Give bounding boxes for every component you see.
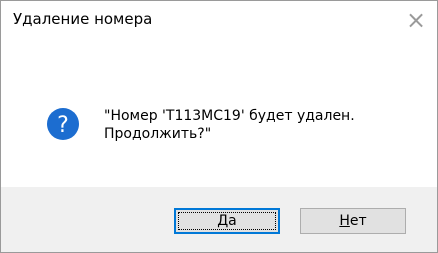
question-icon: ? [47,108,79,140]
close-icon[interactable]: × [401,5,431,35]
dialog-title: Удаление номера [13,10,153,28]
button-bar: Да Нет [1,187,437,252]
no-button[interactable]: Нет [300,208,406,234]
message-line-1: "Номер 'Т113МС19' будет удален. [104,108,355,124]
confirm-dialog: Удаление номера × ? "Номер 'Т113МС19' бу… [0,0,438,253]
svg-text:?: ? [57,113,69,138]
message-line-2: Продолжить?" [104,126,212,142]
focus-rectangle [178,212,276,230]
no-label-rest: ет [349,213,367,229]
title-bar: Удаление номера × [1,1,437,41]
yes-button[interactable]: Да [174,208,280,234]
no-accelerator: Н [339,213,350,229]
dialog-message: "Номер 'Т113МС19' будет удален. Продолжи… [104,107,424,143]
